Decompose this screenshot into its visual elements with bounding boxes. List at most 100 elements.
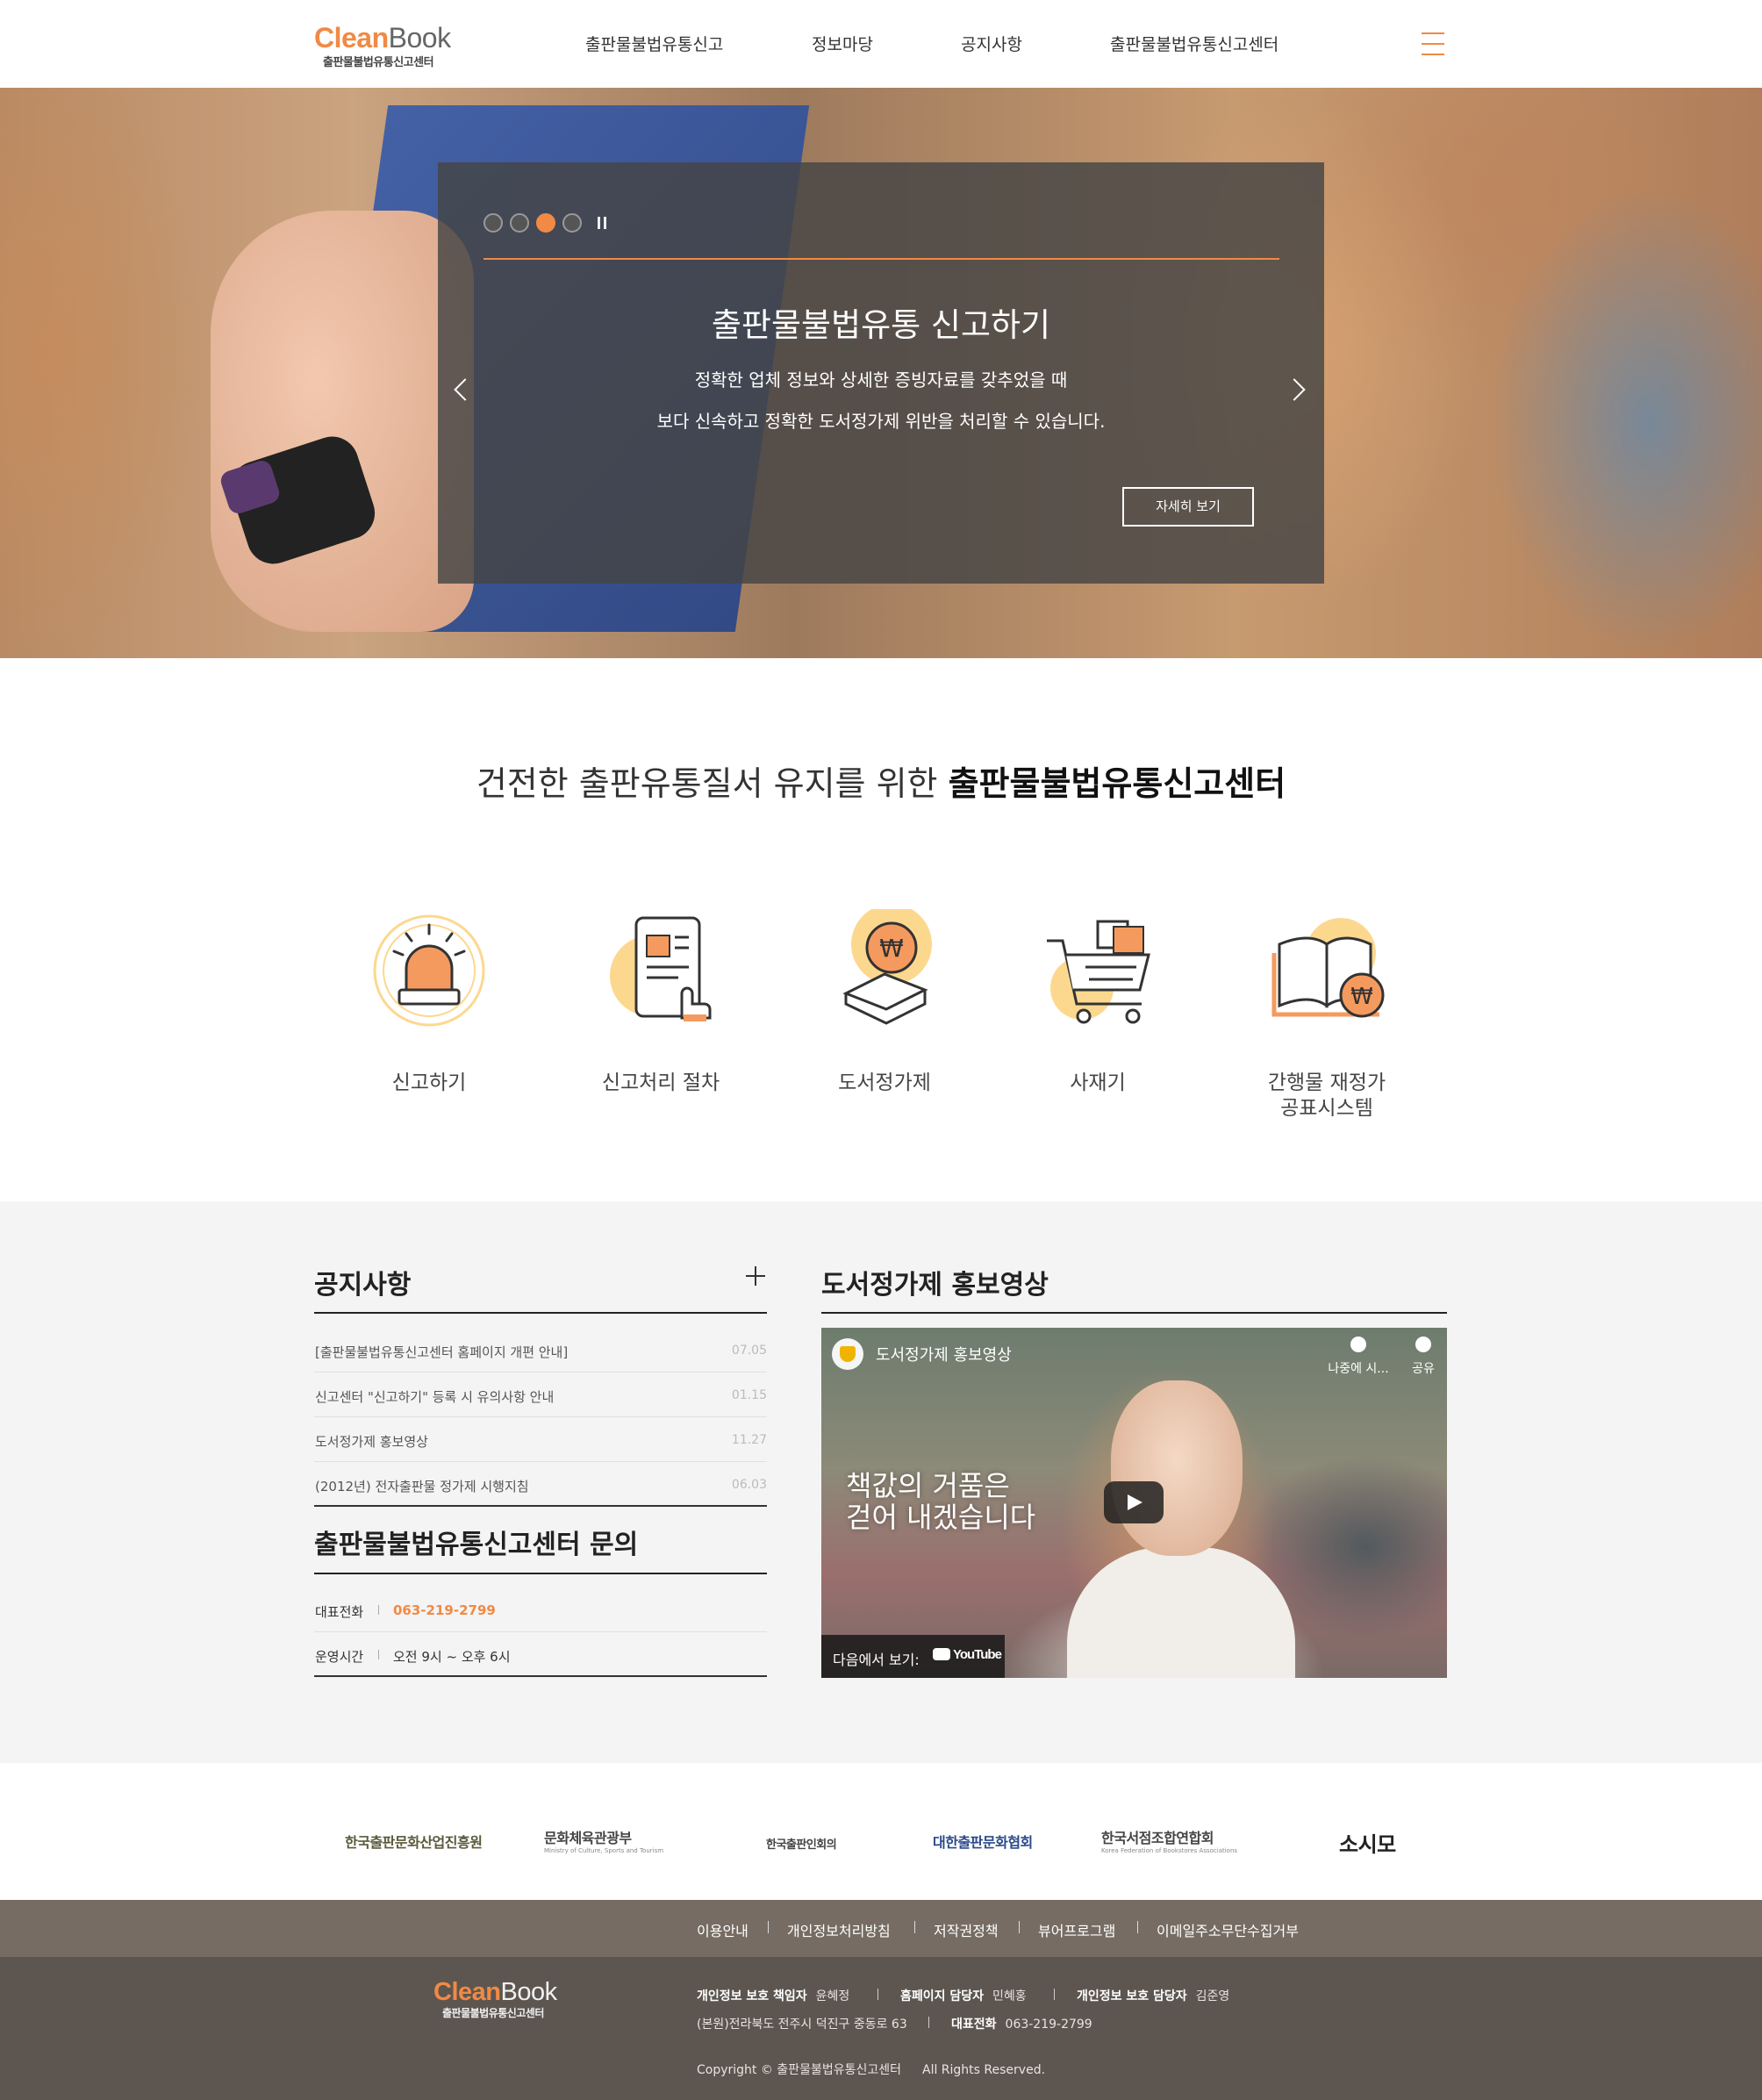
share-label: 공유 — [1412, 1362, 1435, 1376]
video-overlay-line1: 책값의 거품은 — [846, 1469, 1010, 1502]
privacy-manager: 개인정보 보호 담당자 김준영 — [1077, 1987, 1229, 2004]
slide-dot-4[interactable] — [562, 213, 582, 233]
share-icon — [1415, 1337, 1431, 1352]
notice-item-date: 01.15 — [731, 1388, 767, 1402]
notice-item[interactable]: [출판물불법유통신고센터 홈페이지 개편 안내] 07.05 — [314, 1328, 767, 1373]
partner-name: 대한출판문화협회 — [933, 1834, 1033, 1851]
contact-phone[interactable]: 063-219-2799 — [393, 1602, 496, 1618]
service-label: 사재기 — [1070, 1072, 1126, 1094]
service-procedure[interactable]: 신고처리 절차 — [573, 909, 748, 1096]
partner-name: 한국출판문화산업진흥원 — [345, 1834, 483, 1851]
footer-info-separator — [1054, 1989, 1055, 2000]
hero-text-line2: 보다 신속하고 정확한 도서정가제 위반을 처리할 수 있습니다. — [656, 411, 1106, 432]
notice-item[interactable]: (2012년) 전자출판물 정가제 시행지침 06.03 — [314, 1462, 767, 1507]
footer-links-bar: 이용안내 개인정보처리방침 저작권정책 뷰어프로그램 이메일주소무단수집거부 — [0, 1900, 1762, 1957]
partner-logo-mcst[interactable]: 문화체육관광부 Ministry of Culture, Sports and T… — [544, 1826, 663, 1854]
video-title[interactable]: 도서정가제 홍보영상 — [876, 1343, 1012, 1365]
footer-link-separator — [1019, 1921, 1020, 1933]
partner-logo-sosimo[interactable]: 소시모 — [1339, 1827, 1396, 1858]
homepage-manager-label: 홈페이지 담당자 — [900, 1989, 985, 2003]
notice-title-line — [314, 1312, 767, 1314]
service-label: 신고하기 — [391, 1072, 467, 1094]
nav-item-info[interactable]: 정보마당 — [812, 32, 873, 55]
service-label-line1: 간행물 재정가 — [1267, 1072, 1386, 1094]
svg-text:₩: ₩ — [1350, 984, 1373, 1010]
partner-logos: 한국출판문화산업진흥원 문화체육관광부 Ministry of Culture, … — [0, 1763, 1762, 1900]
contact-hours-row: 운영시간 오전 9시 ~ 오후 6시 — [314, 1632, 767, 1677]
footer-link-separator — [914, 1921, 915, 1933]
channel-avatar-icon[interactable] — [832, 1338, 863, 1370]
youtube-logo: YouTube — [933, 1647, 1002, 1662]
pause-icon[interactable] — [598, 217, 606, 229]
footer-link-copyright[interactable]: 저작권정책 — [934, 1919, 999, 1940]
video-title-line — [821, 1312, 1447, 1314]
slide-indicators — [483, 213, 606, 233]
notice-item-date: 11.27 — [731, 1433, 767, 1447]
partner-name: 한국출판인회의 — [766, 1838, 837, 1852]
service-bulk-buying[interactable]: 사재기 — [1010, 909, 1185, 1096]
share-button[interactable]: 공유 — [1393, 1337, 1447, 1377]
service-report[interactable]: 신고하기 — [341, 909, 517, 1096]
notice-item-date: 06.03 — [731, 1478, 767, 1492]
partner-logo-kfba[interactable]: 한국서점조합연합회 Korea Federation of Bookstores … — [1101, 1826, 1237, 1854]
notice-item-date: 07.05 — [731, 1344, 767, 1358]
hamburger-menu-icon[interactable] — [1422, 32, 1444, 55]
partner-logo-kopus[interactable]: 한국출판인회의 — [766, 1835, 837, 1852]
nav-item-center[interactable]: 출판물불법유통신고센터 — [1110, 32, 1279, 55]
slide-dot-2[interactable] — [510, 213, 529, 233]
footer-link-email-refusal[interactable]: 이메일주소무단수집거부 — [1157, 1919, 1299, 1940]
video-section-title: 도서정가제 홍보영상 — [821, 1270, 1049, 1301]
partner-sub: Ministry of Culture, Sports and Tourism — [544, 1847, 664, 1854]
partner-logo-kpipa[interactable]: 한국출판문화산업진흥원 — [345, 1831, 483, 1852]
footer-info-separator — [877, 1989, 878, 2000]
cart-icon — [1047, 920, 1150, 1024]
siren-icon — [373, 914, 485, 1027]
video-person-body — [1067, 1547, 1295, 1678]
watch-later-label: 나중에 시... — [1328, 1362, 1389, 1376]
notice-item[interactable]: 도서정가제 홍보영상 11.27 — [314, 1417, 767, 1462]
nav-item-notice[interactable]: 공지사항 — [961, 32, 1022, 55]
watch-on-youtube-button[interactable]: 다음에서 보기: YouTube — [821, 1635, 1005, 1678]
partner-name: 한국서점조합연합회 — [1101, 1830, 1214, 1846]
contact-phone-label: 대표전화 — [315, 1604, 364, 1620]
slide-dot-1[interactable] — [483, 213, 503, 233]
intro-text: 건전한 출판유통질서 유지를 위한 — [476, 764, 949, 803]
privacy-officer-label: 개인정보 보호 책임자 — [697, 1989, 807, 2003]
service-fixed-price[interactable]: ₩ 도서정가제 — [797, 909, 972, 1096]
logo-text-book: Book — [388, 22, 451, 54]
footer-address: (본원)전라북도 전주시 덕진구 중동로 63 — [697, 2018, 907, 2032]
service-repricing-system[interactable]: ₩ 간행물 재정가 공표시스템 — [1239, 909, 1415, 1122]
partner-logo-kpa[interactable]: 대한출판문화협회 — [933, 1831, 1033, 1852]
footer-phone: 대표전화 063-219-2799 — [951, 2015, 1092, 2032]
slide-dot-3[interactable] — [536, 213, 555, 233]
notice-more-plus-icon[interactable] — [746, 1266, 765, 1286]
privacy-officer-name: 윤혜정 — [815, 1989, 850, 2003]
video-player[interactable]: 도서정가제 홍보영상 나중에 시... 공유 책값의 거품은 걷어 내겠습니다 다… — [821, 1328, 1447, 1678]
contact-hours-label: 운영시간 — [315, 1649, 364, 1665]
notice-item[interactable]: 신고센터 "신고하기" 등록 시 유의사항 안내 01.15 — [314, 1373, 767, 1417]
notice-item-title: 도서정가제 홍보영상 — [315, 1434, 428, 1450]
footer-phone-number: 063-219-2799 — [1005, 2018, 1092, 2032]
site-footer: CleanBook 출판물불법유통신고센터 개인정보 보호 책임자 윤혜정 홈페이… — [0, 1957, 1762, 2100]
footer-link-usage[interactable]: 이용안내 — [697, 1919, 748, 1940]
more-button[interactable]: 자세히 보기 — [1122, 487, 1254, 527]
play-icon[interactable] — [1104, 1481, 1164, 1523]
tablet-touch-icon — [610, 916, 712, 1021]
partner-name: 소시모 — [1339, 1832, 1396, 1857]
notice-item-title: (2012년) 전자출판물 정가제 시행지침 — [315, 1479, 529, 1494]
intro-text-bold: 출판물불법유통신고센터 — [948, 764, 1286, 803]
privacy-officer: 개인정보 보호 책임자 윤혜정 — [697, 1987, 849, 2004]
site-logo[interactable]: CleanBook 출판물불법유통신고센터 — [314, 23, 451, 69]
clock-icon — [1350, 1337, 1366, 1352]
contact-phone-row: 대표전화 063-219-2799 — [314, 1588, 767, 1632]
nav-item-report[interactable]: 출판물불법유통신고 — [585, 32, 723, 55]
hero-divider — [483, 258, 1279, 260]
watch-later-button[interactable]: 나중에 시... — [1328, 1337, 1389, 1377]
svg-text:₩: ₩ — [879, 934, 904, 963]
footer-link-viewer[interactable]: 뷰어프로그램 — [1038, 1919, 1115, 1940]
footer-logo: CleanBook 출판물불법유통신고센터 — [433, 1979, 557, 2020]
footer-link-privacy-policy[interactable]: 개인정보처리방침 — [787, 1919, 891, 1940]
footer-phone-label: 대표전화 — [951, 2018, 997, 2032]
hero-title: 출판물불법유통 신고하기 — [711, 306, 1051, 344]
watch-on-label: 다음에서 보기: — [833, 1652, 920, 1668]
